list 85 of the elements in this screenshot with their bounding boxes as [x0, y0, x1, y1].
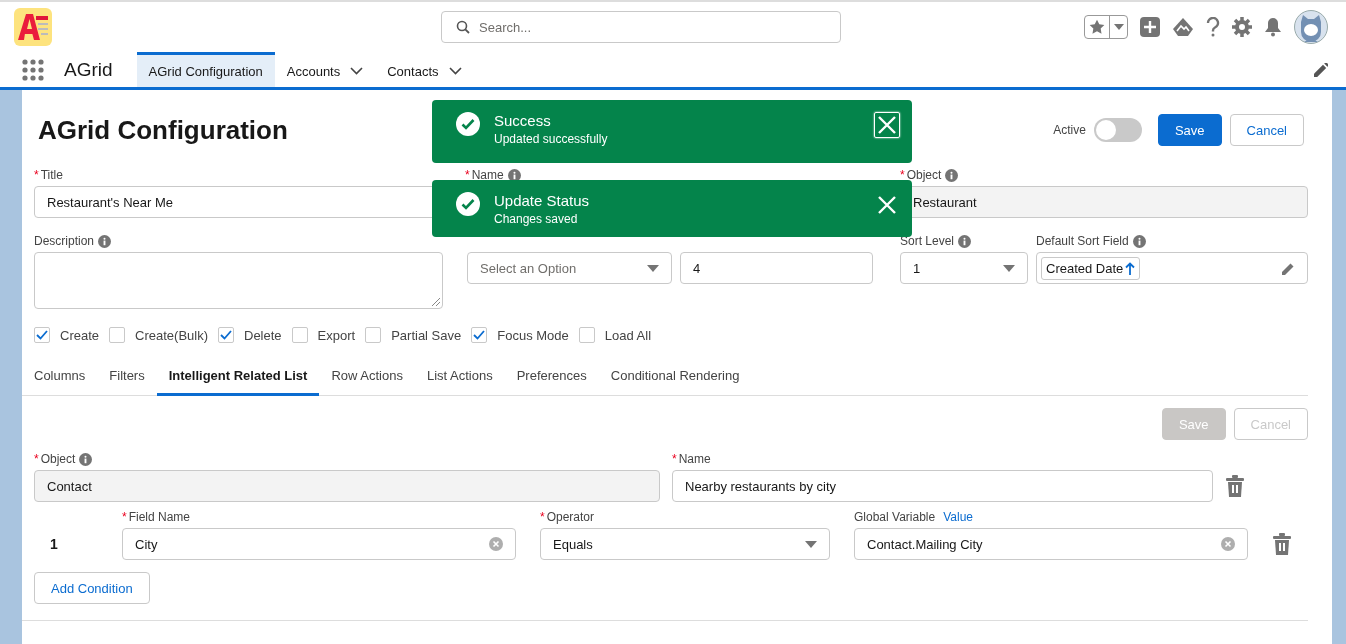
close-button[interactable] — [874, 112, 900, 138]
field-label: * Object — [900, 168, 942, 182]
toast-message: Updated successfully — [494, 132, 609, 146]
nav-tab[interactable]: Contacts — [375, 52, 474, 87]
field-label: * Operator — [540, 510, 595, 524]
readonly-field: Contact — [34, 470, 660, 502]
tab[interactable]: Conditional Rendering — [598, 357, 752, 396]
tab[interactable]: Filters — [97, 357, 157, 396]
checkbox-label: Partial Save — [391, 327, 462, 343]
checkbox-label: Delete — [244, 327, 282, 343]
text-field[interactable]: City — [122, 528, 516, 560]
toggle-label: Active — [1053, 123, 1086, 137]
value-link[interactable]: Value — [943, 510, 973, 524]
resize-handle-icon[interactable] — [432, 298, 440, 306]
checkbox-label: Create — [60, 327, 100, 343]
field-label: * Name — [465, 168, 504, 182]
field-label: * Name — [672, 452, 711, 466]
success-icon — [456, 112, 480, 136]
select-field[interactable]: 1 — [900, 252, 1028, 284]
save-button[interactable]: Save — [1157, 114, 1222, 146]
checkbox[interactable] — [34, 327, 50, 343]
caret-icon — [1113, 24, 1124, 30]
search-field[interactable]: Search... — [441, 11, 841, 43]
caret-icon — [647, 264, 659, 272]
field-label: Description — [34, 234, 95, 248]
chevron-icon — [350, 67, 364, 75]
nav-tab[interactable]: Accounts — [274, 52, 376, 87]
sort-field[interactable]: Created Date — [1036, 252, 1308, 284]
field-label: * Title — [34, 168, 63, 182]
toast-title: Success — [494, 112, 552, 129]
cancel-button[interactable]: Cancel — [1229, 114, 1304, 146]
favorites-button[interactable] — [1084, 15, 1128, 39]
text-field[interactable]: Contact.Mailing City — [854, 528, 1248, 560]
add-icon[interactable] — [1140, 17, 1160, 37]
toast-message: Changes saved — [494, 212, 579, 226]
select-field[interactable]: Select an Option — [467, 252, 672, 284]
tab[interactable]: Row Actions — [319, 357, 415, 396]
toast-title: Update Status — [494, 192, 591, 209]
field-label: Global Variable — [854, 510, 936, 524]
caret-icon — [1003, 264, 1015, 272]
checkbox-label: Focus Mode — [497, 327, 569, 343]
checkbox-label: Create(Bulk) — [135, 327, 208, 343]
condition-number: 1 — [49, 535, 58, 554]
app-logo — [14, 8, 52, 46]
text-field[interactable]: 4 — [680, 252, 873, 284]
tab[interactable]: Preferences — [504, 357, 599, 396]
page-title: AGrid Configuration — [38, 114, 288, 146]
trailhead-icon[interactable] — [1172, 17, 1194, 37]
checkbox[interactable] — [291, 327, 308, 343]
text-field[interactable]: Nearby restaurants by city — [672, 470, 1213, 502]
app-name: AGrid — [64, 58, 113, 81]
checkbox[interactable] — [471, 327, 488, 343]
success-icon — [456, 192, 480, 216]
app-launcher-icon[interactable] — [22, 58, 44, 81]
select-field[interactable]: Equals — [540, 528, 830, 560]
delete-icon[interactable] — [1272, 533, 1292, 555]
nav-tab[interactable]: AGrid Configuration — [136, 52, 275, 87]
checkbox[interactable] — [218, 327, 234, 343]
chevron-icon — [448, 67, 462, 75]
arrow-up-icon — [1125, 261, 1136, 275]
delete-icon[interactable] — [1225, 475, 1245, 497]
tab[interactable]: Columns — [34, 357, 98, 396]
checkbox[interactable] — [365, 327, 382, 343]
checkbox-label: Load All — [604, 327, 652, 343]
pencil-icon[interactable] — [1282, 261, 1295, 275]
help-icon[interactable] — [1206, 17, 1220, 37]
close-icon — [877, 195, 897, 215]
tab[interactable]: List Actions — [414, 357, 505, 396]
caret-icon — [805, 540, 817, 548]
add-condition-button[interactable]: Add Condition — [34, 572, 150, 604]
field-label: * Object — [34, 452, 76, 466]
active-toggle[interactable] — [1093, 118, 1142, 142]
pencil-icon[interactable] — [1314, 62, 1328, 77]
tab[interactable]: Intelligent Related List — [156, 357, 320, 396]
checkbox-label: Export — [317, 327, 356, 343]
checkbox[interactable] — [578, 327, 595, 343]
field-label: Default Sort Field — [1036, 234, 1129, 248]
field-label: * Field Name — [122, 510, 191, 524]
search-icon — [456, 20, 470, 34]
checkbox[interactable] — [109, 327, 126, 343]
star-icon — [1089, 19, 1105, 35]
settings-icon[interactable] — [1232, 17, 1252, 37]
notifications-icon[interactable] — [1264, 17, 1282, 37]
close-icon — [877, 115, 897, 135]
avatar[interactable] — [1294, 10, 1328, 44]
